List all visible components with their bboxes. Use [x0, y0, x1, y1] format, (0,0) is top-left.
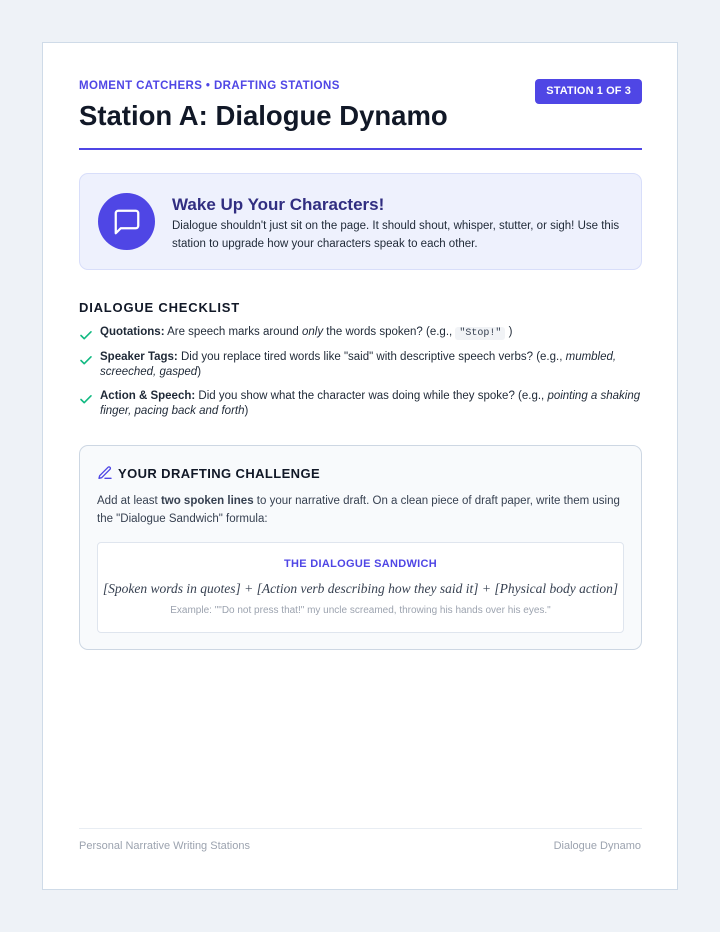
checkmark-icon — [80, 395, 92, 404]
item-text: the words spoken? (e.g., — [323, 326, 456, 338]
instruction-text: Add at least — [97, 495, 161, 507]
code-example: "Stop!" — [455, 327, 506, 340]
item-label: Action & Speech: — [100, 390, 196, 402]
drafting-challenge-card: YOUR DRAFTING CHALLENGE Add at least two… — [79, 445, 642, 650]
footer-series: Personal Narrative Writing Stations — [79, 840, 250, 852]
checklist-item-speaker-tags: Speaker Tags: Did you replace tired word… — [79, 350, 642, 380]
footer-divider — [79, 828, 642, 829]
header: MOMENT CATCHERS • DRAFTING STATIONS STAT… — [79, 79, 642, 150]
callout-text: Dialogue shouldn't just sit on the page.… — [172, 220, 620, 250]
checklist-heading: DIALOGUE CHECKLIST — [79, 300, 241, 315]
item-text: ) — [197, 366, 202, 378]
dialogue-checklist: Quotations: Are speech marks around only… — [79, 325, 642, 428]
checkmark-icon — [80, 356, 92, 365]
speech-bubble-icon — [98, 193, 155, 250]
callout-title: Wake Up Your Characters! — [172, 195, 385, 214]
checkmark-icon — [80, 331, 92, 340]
item-emphasis: only — [301, 326, 324, 338]
title-divider — [79, 148, 642, 150]
dialogue-sandwich-box: THE DIALOGUE SANDWICH [Spoken words in q… — [97, 542, 624, 633]
item-label: Speaker Tags: — [100, 351, 178, 363]
worksheet-page: MOMENT CATCHERS • DRAFTING STATIONS STAT… — [42, 42, 678, 890]
checklist-item-action-speech: Action & Speech: Did you show what the c… — [79, 389, 642, 419]
intro-callout: Wake Up Your Characters! Dialogue should… — [79, 173, 642, 270]
item-text: Did you show what the character was doin… — [195, 390, 548, 402]
item-label: Quotations: — [100, 326, 165, 338]
checklist-item-quotations: Quotations: Are speech marks around only… — [79, 325, 642, 341]
sandwich-formula: [Spoken words in quotes] + [Action verb … — [102, 581, 619, 596]
challenge-instructions: Add at least two spoken lines to your na… — [97, 492, 622, 528]
item-text: ) — [244, 405, 249, 417]
item-text: ) — [505, 326, 513, 338]
challenge-title: YOUR DRAFTING CHALLENGE — [118, 465, 321, 481]
item-text: Did you replace tired words like "said" … — [177, 351, 566, 363]
sandwich-label: THE DIALOGUE SANDWICH — [284, 558, 437, 570]
station-badge: STATION 1 OF 3 — [535, 79, 642, 104]
pencil-icon — [98, 466, 112, 479]
item-text: Are speech marks around — [164, 326, 302, 338]
challenge-header: YOUR DRAFTING CHALLENGE — [97, 465, 320, 481]
footer-station: Dialogue Dynamo — [553, 840, 641, 852]
sandwich-example: Example: ""Do not press that!" my uncle … — [170, 605, 551, 616]
instruction-emphasis: two spoken lines — [160, 495, 254, 507]
